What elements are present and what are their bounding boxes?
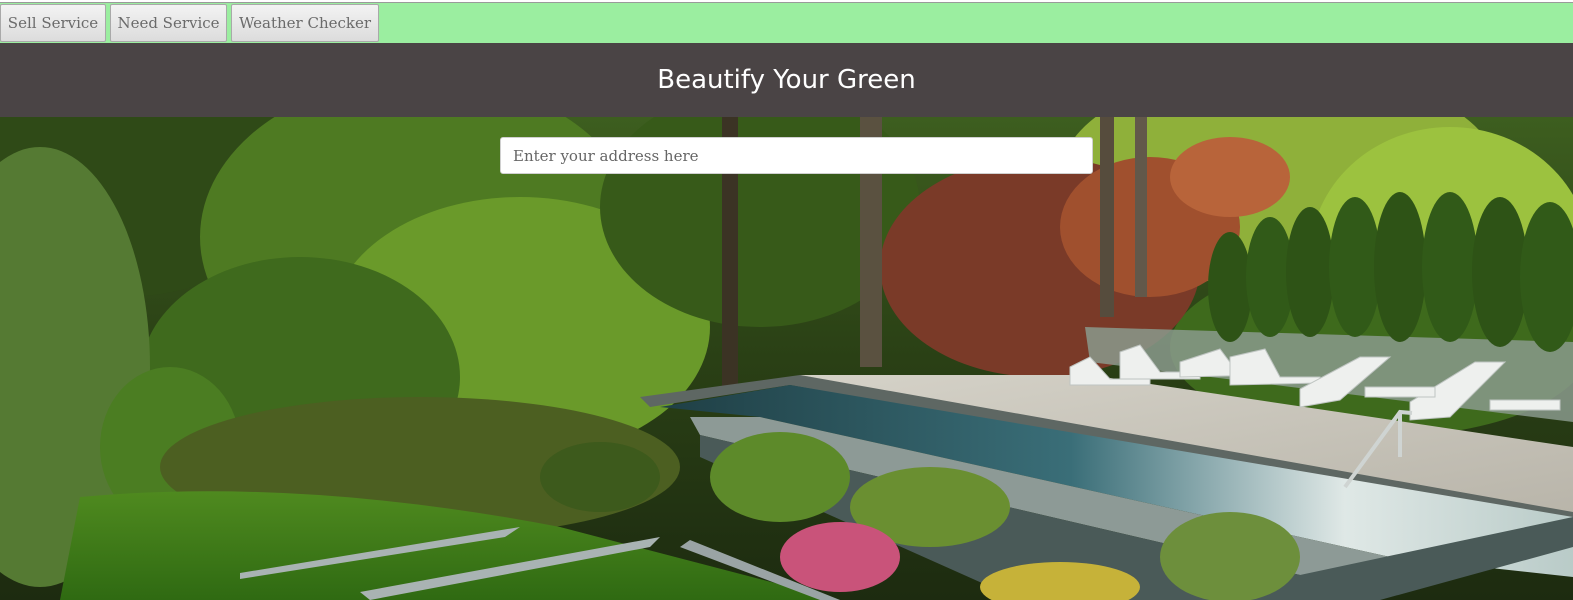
need-service-button[interactable]: Need Service [110, 4, 227, 42]
page-title: Beautify Your Green [657, 65, 916, 95]
address-search-input[interactable] [500, 137, 1093, 174]
garden-pool-scene [0, 117, 1573, 600]
page-header: Beautify Your Green [0, 43, 1573, 117]
weather-checker-button[interactable]: Weather Checker [231, 4, 379, 42]
top-nav-bar: Sell Service Need Service Weather Checke… [0, 2, 1573, 43]
sell-service-button[interactable]: Sell Service [0, 4, 106, 42]
hero-background-image [0, 117, 1573, 600]
